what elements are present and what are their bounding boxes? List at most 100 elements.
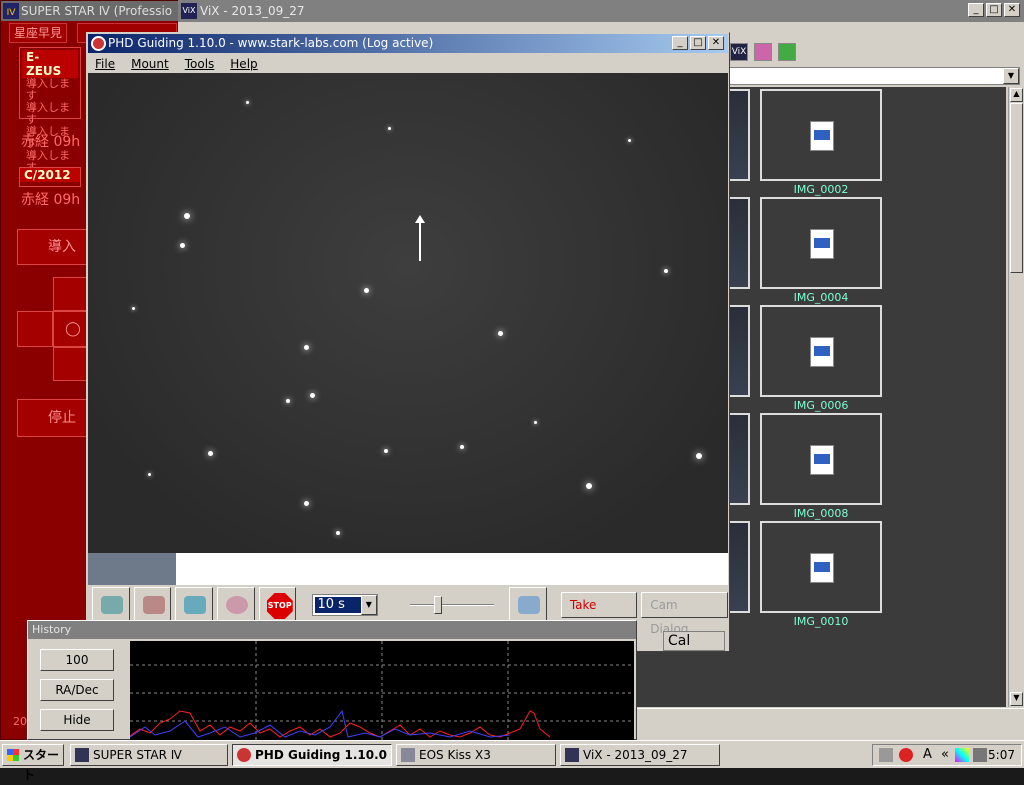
file-icon xyxy=(810,445,834,475)
exposure-select[interactable]: 10 s ▼ xyxy=(312,594,378,616)
brain-button[interactable] xyxy=(509,587,547,623)
vix-scrollbar[interactable]: ▲ ▼ xyxy=(1008,87,1024,707)
menu-file[interactable]: File xyxy=(95,54,115,74)
minimize-button[interactable]: _ xyxy=(968,3,984,17)
star xyxy=(304,345,309,350)
radec-toggle-button[interactable]: RA/Dec xyxy=(40,679,114,701)
taskbar: スタート SUPER STAR Ⅳ PHD Guiding 1.10.0 ...… xyxy=(0,740,1024,782)
close-button[interactable]: ✕ xyxy=(1004,3,1020,17)
tab-star-chart[interactable]: 星座早見 xyxy=(9,23,68,43)
thumbnail-8[interactable] xyxy=(760,413,882,505)
vix-task-icon xyxy=(565,748,579,762)
star xyxy=(364,288,369,293)
phd-window[interactable]: PHD Guiding 1.10.0 - www.stark-labs.com … xyxy=(86,32,730,652)
history-window[interactable]: History 100 RA/Dec Hide xyxy=(27,620,637,741)
maximize-button[interactable]: □ xyxy=(690,36,706,50)
exposure-value: 10 s xyxy=(315,597,362,613)
stop-guide-button[interactable]: STOP xyxy=(258,587,297,623)
take-dark-button[interactable]: Take Dark xyxy=(560,592,638,636)
thumbnail-label[interactable]: IMG_0006 xyxy=(760,399,882,412)
minimize-button[interactable]: _ xyxy=(672,36,688,50)
scroll-up-icon[interactable]: ▲ xyxy=(1010,88,1023,102)
menu-mount[interactable]: Mount xyxy=(131,54,169,74)
eos-task-icon xyxy=(401,748,415,762)
hide-button[interactable]: Hide xyxy=(40,709,114,731)
star xyxy=(534,421,537,424)
file-icon xyxy=(810,229,834,259)
phd-app-icon xyxy=(91,36,106,51)
file-icon xyxy=(810,337,834,367)
thumbnail-label[interactable]: IMG_0004 xyxy=(760,291,882,304)
phd-titlebar[interactable]: PHD Guiding 1.10.0 - www.stark-labs.com … xyxy=(88,34,728,53)
stop-icon: STOP xyxy=(266,593,293,619)
history-title: History xyxy=(28,621,636,639)
vix-icon[interactable]: ViX xyxy=(730,43,748,61)
guide-button[interactable] xyxy=(217,587,255,623)
star xyxy=(246,101,249,104)
record-icon[interactable] xyxy=(899,748,913,762)
object-header: C/2012 xyxy=(20,168,80,182)
dir-left-button[interactable] xyxy=(17,311,53,347)
ra-value: 赤経 09h xyxy=(21,192,81,208)
vix-titlebar[interactable]: ViX ViX - 2013_09_27 _ □ ✕ xyxy=(178,0,1024,22)
vix-app-icon: ViX xyxy=(181,3,197,19)
star xyxy=(180,243,185,248)
cam-dialog-button[interactable]: Cam Dialog xyxy=(641,592,729,636)
camera-image[interactable] xyxy=(88,73,728,553)
history-100-button[interactable]: 100 xyxy=(40,649,114,671)
profile-strip xyxy=(88,553,728,585)
telescope-connect-button[interactable] xyxy=(133,587,172,623)
superstar-app-icon: IV xyxy=(3,3,19,19)
gamma-slider[interactable] xyxy=(409,595,494,615)
loop-icon xyxy=(184,596,207,614)
ime-icon[interactable]: A xyxy=(923,748,937,762)
folder-combo[interactable]: ▼ xyxy=(728,67,1020,85)
object-header: E-ZEUS xyxy=(22,50,78,78)
chevron-down-icon[interactable]: ▼ xyxy=(360,595,377,615)
scroll-thumb[interactable] xyxy=(1010,103,1023,273)
superstar-titlebar[interactable]: IV SUPER STAR Ⅳ (Professio xyxy=(1,1,179,21)
thumbnail-2[interactable] xyxy=(760,89,882,181)
thumbnail-label[interactable]: IMG_0002 xyxy=(760,183,882,196)
vix-toolbar: ViX xyxy=(730,40,796,64)
scroll-down-icon[interactable]: ▼ xyxy=(1010,692,1023,706)
task-label: PHD Guiding 1.10.0 ... xyxy=(255,748,392,762)
chevron-left-icon[interactable]: « xyxy=(941,748,955,762)
thumbnail-label[interactable]: IMG_0010 xyxy=(760,615,882,628)
star xyxy=(132,307,135,310)
slider-track xyxy=(409,604,494,606)
book-icon[interactable] xyxy=(754,43,772,61)
maximize-button[interactable]: □ xyxy=(986,3,1002,17)
brain-icon xyxy=(518,596,541,614)
superstar-task-icon xyxy=(75,748,89,762)
star xyxy=(148,473,151,476)
star xyxy=(184,213,190,219)
start-button[interactable]: スタート xyxy=(2,744,64,782)
task-superstar[interactable]: SUPER STAR Ⅳ xyxy=(70,744,228,766)
loop-button[interactable] xyxy=(175,587,214,623)
task-vix[interactable]: ViX - 2013_09_27 xyxy=(560,744,720,766)
color-icon[interactable] xyxy=(955,748,969,762)
camera-connect-button[interactable] xyxy=(92,587,130,623)
menu-tools[interactable]: Tools xyxy=(185,54,215,74)
thumbnail-4[interactable] xyxy=(760,197,882,289)
thumbnail-10[interactable] xyxy=(760,521,882,613)
ra-value: 赤経 09h xyxy=(21,134,81,150)
exit-icon[interactable] xyxy=(778,43,796,61)
thumbnail-6[interactable] xyxy=(760,305,882,397)
object-box-c2012: C/2012 xyxy=(19,167,81,187)
close-button[interactable]: ✕ xyxy=(708,36,724,50)
task-label: SUPER STAR Ⅳ xyxy=(93,748,182,762)
object-box-ezeus: E-ZEUS 導入します 導入します 導入します 導入します xyxy=(19,47,81,174)
star xyxy=(310,393,315,398)
phd-title: PHD Guiding 1.10.0 - www.stark-labs.com … xyxy=(108,36,434,50)
slider-knob[interactable] xyxy=(433,596,442,614)
task-eos[interactable]: EOS Kiss X3 xyxy=(396,744,556,766)
task-phd[interactable]: PHD Guiding 1.10.0 ... xyxy=(232,744,392,766)
menu-help[interactable]: Help xyxy=(230,54,257,74)
star xyxy=(460,445,464,449)
thumbnail-label[interactable]: IMG_0008 xyxy=(760,507,882,520)
keyboard-icon[interactable] xyxy=(879,748,893,762)
chevron-down-icon[interactable]: ▼ xyxy=(1003,68,1019,84)
network-icon[interactable] xyxy=(973,748,987,762)
